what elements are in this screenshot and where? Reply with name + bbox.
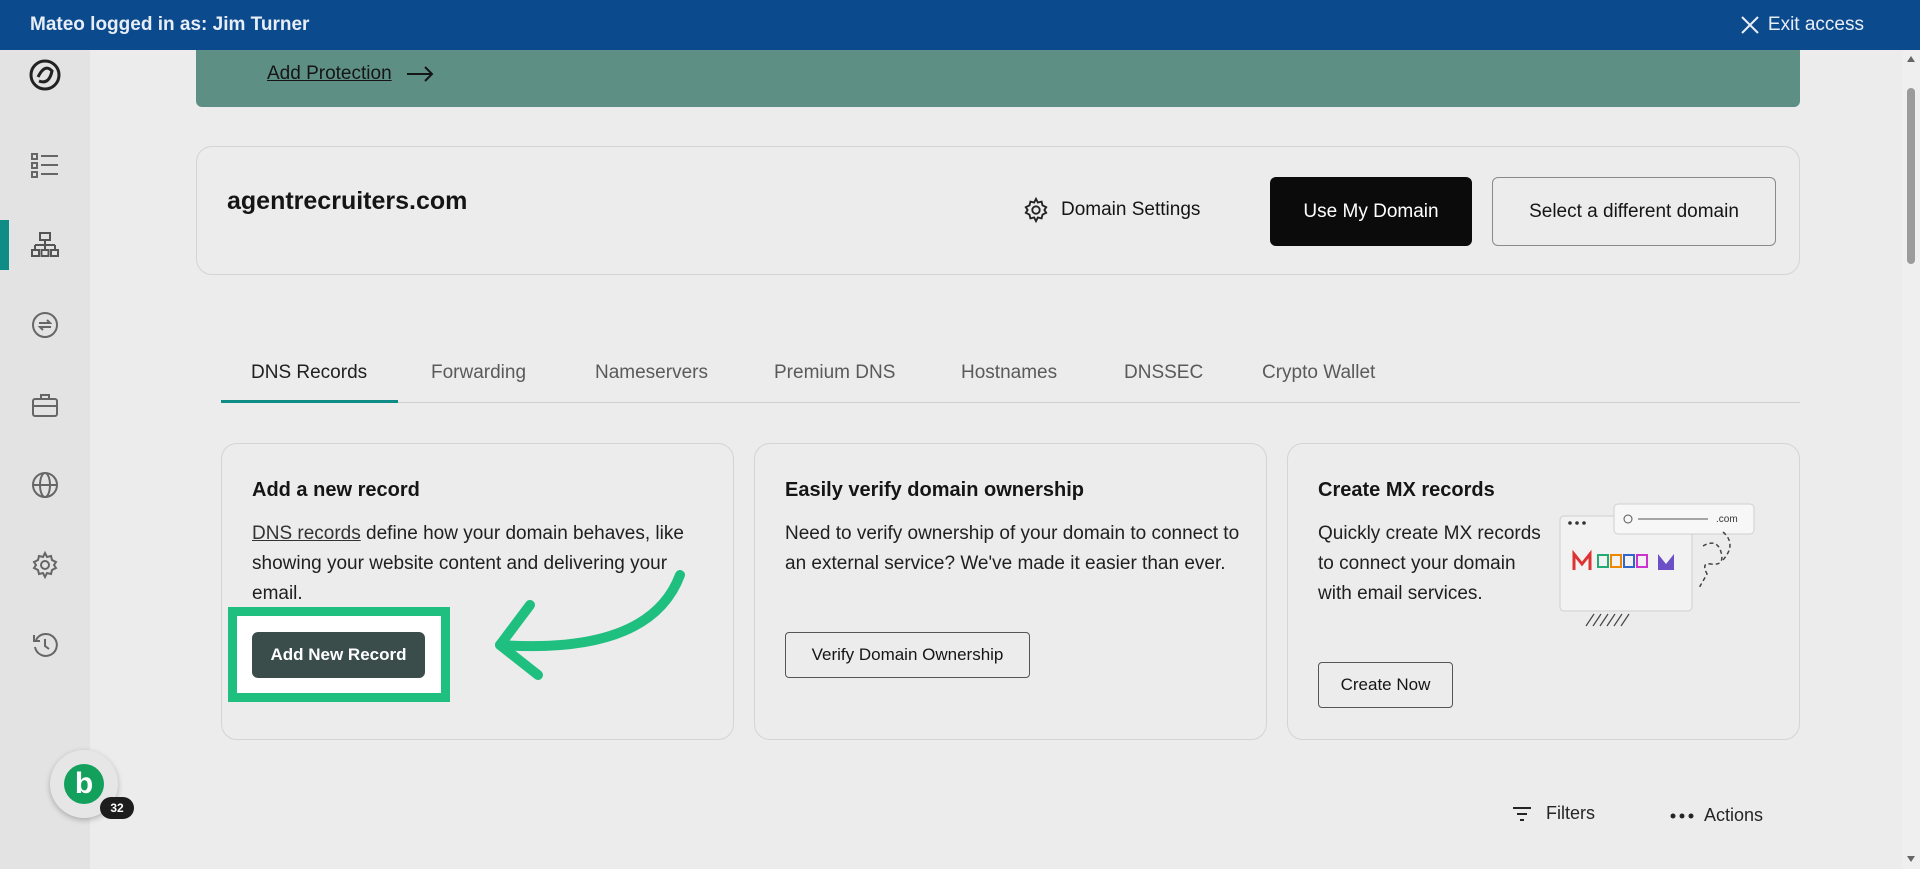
briefcase-icon[interactable]	[0, 380, 90, 430]
impersonation-banner: Mateo logged in as: Jim Turner Exit acce…	[0, 0, 1920, 50]
gear-icon[interactable]	[0, 540, 90, 590]
transfer-icon[interactable]	[0, 300, 90, 350]
main-content: Add Protection agentrecruiters.com Domai…	[90, 50, 1902, 869]
filter-icon	[1513, 806, 1531, 821]
use-my-domain-button[interactable]: Use My Domain	[1270, 177, 1472, 246]
mx-illustration-text: .com	[1716, 514, 1738, 525]
mx-illustration: .com	[1559, 503, 1755, 627]
arrow-right-icon	[406, 66, 434, 82]
exit-access-label: Exit access	[1767, 14, 1864, 35]
scroll-down-icon[interactable]	[1906, 854, 1916, 864]
dns-icon[interactable]	[0, 220, 90, 270]
list-icon[interactable]	[0, 140, 90, 190]
verify-description: Need to verify ownership of your domain …	[785, 523, 1240, 574]
close-icon	[1741, 16, 1759, 34]
add-new-record-button[interactable]: Add New Record	[252, 632, 425, 678]
sidebar	[0, 50, 90, 869]
dns-tabs: DNS Records Forwarding Nameservers Premi…	[221, 346, 1800, 403]
filters-button[interactable]: Filters	[1512, 803, 1595, 824]
exit-access-button[interactable]: Exit access	[1740, 14, 1864, 36]
filters-label: Filters	[1546, 803, 1595, 823]
tab-nameservers[interactable]: Nameservers	[595, 346, 708, 403]
tab-forwarding[interactable]: Forwarding	[431, 346, 526, 403]
scrollbar[interactable]	[1902, 50, 1920, 869]
dns-records-link[interactable]: DNS records	[252, 523, 361, 544]
actions-label: Actions	[1704, 805, 1764, 825]
logged-in-text: Mateo logged in as: Jim Turner	[30, 14, 310, 35]
tutorial-arrow-icon	[495, 570, 685, 680]
tab-hostnames[interactable]: Hostnames	[961, 346, 1057, 403]
add-protection-label: Add Protection	[267, 63, 392, 84]
notification-badge: 32	[100, 797, 134, 819]
verify-domain-ownership-button[interactable]: Verify Domain Ownership	[785, 632, 1030, 678]
actions-button[interactable]: Actions	[1670, 805, 1763, 826]
mx-description: Quickly create MX records to connect you…	[1318, 523, 1541, 604]
helper-avatar-letter: b	[64, 764, 104, 804]
globe-icon[interactable]	[0, 460, 90, 510]
tab-dns-records[interactable]: DNS Records	[221, 346, 398, 403]
logo-icon[interactable]	[0, 50, 90, 100]
domain-settings-button[interactable]: Domain Settings	[1023, 197, 1200, 223]
history-icon[interactable]	[0, 620, 90, 670]
verify-ownership-card: Easily verify domain ownership Need to v…	[754, 443, 1267, 740]
verify-title: Easily verify domain ownership	[785, 479, 1084, 501]
more-horizontal-icon	[1670, 813, 1694, 818]
tab-crypto-wallet[interactable]: Crypto Wallet	[1262, 346, 1375, 403]
tab-premium-dns[interactable]: Premium DNS	[774, 346, 895, 403]
domain-name: agentrecruiters.com	[227, 187, 468, 215]
gear-icon	[1024, 197, 1048, 223]
tab-dnssec[interactable]: DNSSEC	[1124, 346, 1203, 403]
domain-settings-label: Domain Settings	[1061, 199, 1201, 220]
add-record-title: Add a new record	[252, 479, 420, 501]
add-protection-link[interactable]: Add Protection	[267, 63, 434, 85]
mx-records-card: Create MX records Quickly create MX reco…	[1287, 443, 1800, 740]
domain-card: agentrecruiters.com Domain Settings Use …	[196, 146, 1800, 275]
select-different-domain-button[interactable]: Select a different domain	[1492, 177, 1776, 246]
scroll-thumb[interactable]	[1907, 88, 1915, 264]
mx-title: Create MX records	[1318, 479, 1495, 501]
scroll-up-icon[interactable]	[1906, 54, 1916, 64]
create-now-button[interactable]: Create Now	[1318, 662, 1453, 708]
protection-banner: Add Protection	[196, 50, 1800, 107]
